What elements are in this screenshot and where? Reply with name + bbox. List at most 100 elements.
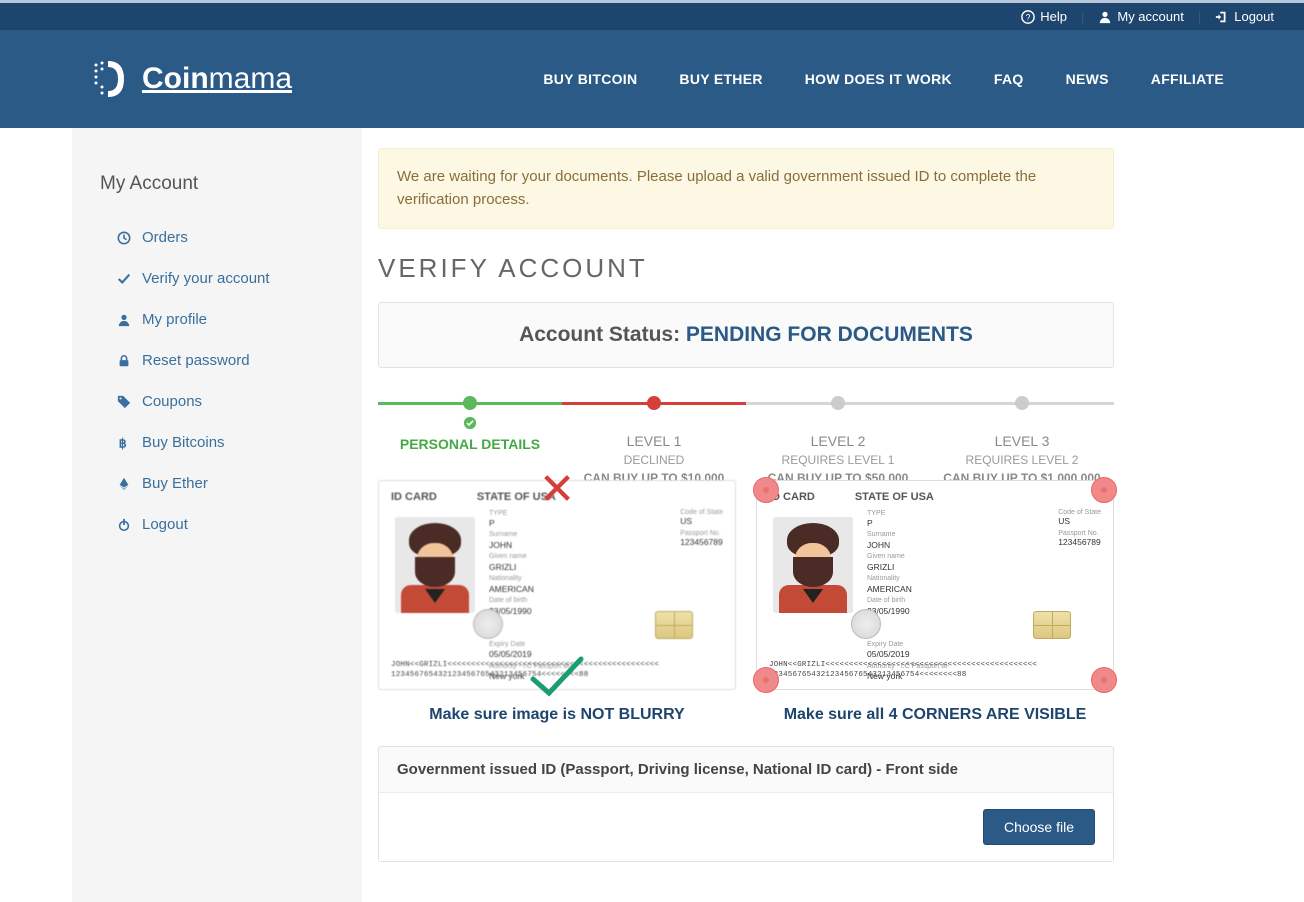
sidebar-title: My Account: [100, 173, 362, 195]
sidebar-item-buy-bitcoins[interactable]: ฿ Buy Bitcoins: [116, 434, 362, 451]
help-icon: ?: [1021, 10, 1035, 24]
checkmark-icon: [527, 653, 587, 706]
id-right-fields: Code of StateUS Passport No.123456789: [680, 509, 723, 547]
nav-news[interactable]: NEWS: [1066, 71, 1109, 87]
verification-progress: PERSONAL DETAILS LEVEL 1 DECLINED CAN BU…: [378, 392, 1114, 472]
sidebar-item-label: Buy Bitcoins: [142, 434, 225, 451]
choose-file-button[interactable]: Choose file: [983, 809, 1095, 845]
help-label: Help: [1040, 9, 1067, 24]
corner-marker-icon: [753, 667, 779, 693]
sidebar-item-buy-ether[interactable]: Buy Ether: [116, 475, 362, 492]
account-sidebar: My Account Orders Verify your account My…: [72, 128, 362, 902]
power-icon: [116, 518, 132, 532]
step-dot: [647, 396, 661, 410]
nav-buy-ether[interactable]: BUY ETHER: [679, 71, 762, 87]
id-header-left: ID CARD: [391, 491, 437, 503]
sidebar-item-label: Reset password: [142, 352, 250, 369]
separator: |: [1198, 9, 1201, 24]
utility-bar: ? Help | My account | Logout: [0, 0, 1304, 30]
logout-icon: [1215, 10, 1229, 24]
example-corners: ID CARDSTATE OF USA TYPEP SurnameJOHN Gi…: [756, 480, 1114, 724]
svg-text:?: ?: [1026, 12, 1031, 22]
upload-panel-title: Government issued ID (Passport, Driving …: [379, 747, 1113, 793]
main-nav: BUY BITCOIN BUY ETHER HOW DOES IT WORK F…: [543, 71, 1224, 87]
sidebar-item-label: My profile: [142, 311, 207, 328]
nav-how-it-works[interactable]: HOW DOES IT WORK: [805, 71, 952, 87]
check-icon: [116, 272, 132, 286]
help-link[interactable]: ? Help: [1021, 9, 1067, 24]
step-title: PERSONAL DETAILS: [378, 436, 562, 452]
corner-marker-icon: [1091, 667, 1117, 693]
sidebar-item-label: Buy Ether: [142, 475, 208, 492]
step-level-3: LEVEL 3 REQUIRES LEVEL 2 CAN BUY UP TO $…: [930, 392, 1114, 485]
main-header: Coinmama BUY BITCOIN BUY ETHER HOW DOES …: [0, 30, 1304, 128]
logout-label: Logout: [1234, 9, 1274, 24]
sidebar-item-orders[interactable]: Orders: [116, 229, 362, 246]
my-account-link[interactable]: My account: [1098, 9, 1183, 24]
step-dot: [1015, 396, 1029, 410]
sidebar-item-profile[interactable]: My profile: [116, 311, 362, 328]
alert-banner: We are waiting for your documents. Pleas…: [378, 148, 1114, 229]
step-dot: [831, 396, 845, 410]
clock-icon: [116, 231, 132, 245]
user-icon: [116, 313, 132, 327]
step-level-1: LEVEL 1 DECLINED CAN BUY UP TO $10,000: [562, 392, 746, 485]
step-subtitle: DECLINED: [562, 453, 746, 467]
x-mark-icon: ✕: [539, 464, 576, 515]
ethereum-icon: [116, 477, 132, 491]
chip-icon: [1033, 611, 1071, 639]
logo-icon: [90, 57, 130, 102]
separator: |: [1081, 9, 1084, 24]
id-fields: TYPEP SurnameJOHN Given nameGRIZLI Natio…: [867, 509, 949, 684]
main-content: We are waiting for your documents. Pleas…: [362, 128, 1130, 902]
mrz-lines: JOHN<<GRIZLI<<<<<<<<<<<<<<<<<<<<<<<<<<<<…: [769, 661, 1101, 681]
step-subtitle: REQUIRES LEVEL 1: [746, 453, 930, 467]
step-level-2: LEVEL 2 REQUIRES LEVEL 1 CAN BUY UP TO $…: [746, 392, 930, 485]
my-account-label: My account: [1117, 9, 1183, 24]
sidebar-item-reset-password[interactable]: Reset password: [116, 352, 362, 369]
logout-link[interactable]: Logout: [1215, 9, 1274, 24]
upload-panel: Government issued ID (Passport, Driving …: [378, 746, 1114, 862]
seal-icon: [851, 609, 881, 639]
step-title: LEVEL 1: [562, 433, 746, 449]
seal-icon: [473, 609, 503, 639]
example-caption: Make sure image is NOT BLURRY: [378, 706, 736, 724]
step-dot: [463, 396, 477, 410]
status-label: Account Status:: [519, 323, 686, 346]
example-caption: Make sure all 4 CORNERS ARE VISIBLE: [756, 706, 1114, 724]
nav-affiliate[interactable]: AFFILIATE: [1151, 71, 1224, 87]
bitcoin-icon: ฿: [116, 436, 132, 450]
step-title: LEVEL 3: [930, 433, 1114, 449]
example-blurry: ✕ ID CARDSTATE OF USA TYPEP SurnameJOHN …: [378, 480, 736, 724]
brand-logo[interactable]: Coinmama: [90, 57, 292, 102]
sidebar-item-label: Logout: [142, 516, 188, 533]
sidebar-item-label: Orders: [142, 229, 188, 246]
sidebar-item-logout[interactable]: Logout: [116, 516, 362, 533]
chip-icon: [655, 611, 693, 639]
sample-id-card: ID CARDSTATE OF USA TYPEP SurnameJOHN Gi…: [756, 480, 1114, 690]
sidebar-item-verify[interactable]: Verify your account: [116, 270, 362, 287]
lock-icon: [116, 354, 132, 368]
page-title: VERIFY ACCOUNT: [378, 253, 1114, 284]
user-icon: [1098, 10, 1112, 24]
account-status-box: Account Status: PENDING FOR DOCUMENTS: [378, 302, 1114, 368]
sidebar-item-label: Coupons: [142, 393, 202, 410]
corner-marker-icon: [753, 477, 779, 503]
id-photo: [773, 517, 853, 613]
step-subtitle: REQUIRES LEVEL 2: [930, 453, 1114, 467]
step-personal-details: PERSONAL DETAILS: [378, 392, 562, 485]
corner-marker-icon: [1091, 477, 1117, 503]
sidebar-item-label: Verify your account: [142, 270, 270, 287]
nav-buy-bitcoin[interactable]: BUY BITCOIN: [543, 71, 637, 87]
sidebar-item-coupons[interactable]: Coupons: [116, 393, 362, 410]
nav-faq[interactable]: FAQ: [994, 71, 1024, 87]
id-photo: [395, 517, 475, 613]
tag-icon: [116, 395, 132, 409]
check-circle-icon: [378, 416, 562, 433]
svg-text:฿: ฿: [119, 436, 127, 450]
brand-name: Coinmama: [142, 62, 292, 96]
id-right-fields: Code of StateUS Passport No.123456789: [1058, 509, 1101, 547]
status-value: PENDING FOR DOCUMENTS: [686, 323, 973, 346]
id-header-right: STATE OF USA: [855, 491, 934, 503]
id-examples: ✕ ID CARDSTATE OF USA TYPEP SurnameJOHN …: [378, 480, 1114, 724]
